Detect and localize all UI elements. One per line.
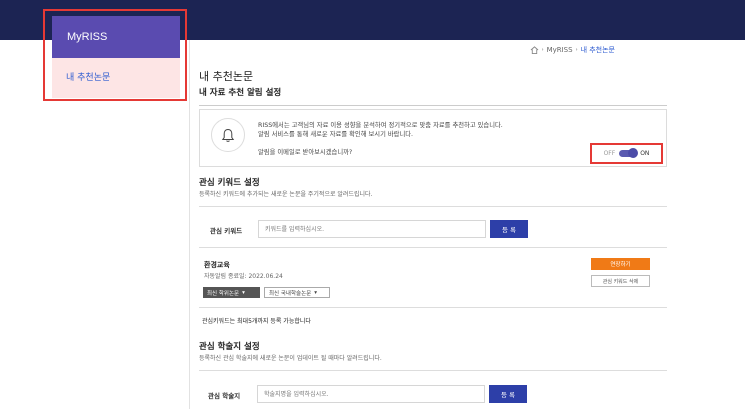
sidebar-highlight-box (43, 9, 187, 101)
breadcrumb-item-myriss[interactable]: MyRISS (547, 46, 573, 54)
divider (199, 206, 667, 207)
alert-notice-text: RISS에서는 고객님의 자료 이용 성향을 분석하여 정기적으로 맞춤 자료를… (258, 121, 503, 139)
keyword-limit-note: 관심키워드는 최대5개까지 등록 가능합니다 (202, 318, 311, 325)
extend-button[interactable]: 연장하기 (591, 258, 650, 270)
chevron-right-icon: › (575, 47, 578, 53)
chevron-right-icon: › (541, 47, 544, 53)
keyword-journal-select[interactable]: 최신 국내학술논문 ▾ (264, 287, 330, 298)
keyword-thesis-select[interactable]: 최신 학위논문 ▾ (203, 287, 260, 298)
alert-settings-title: 내 자료 추천 알림 설정 (199, 88, 282, 98)
bell-icon (221, 128, 235, 142)
home-icon[interactable] (530, 46, 539, 54)
keyword-settings-title: 관심 키워드 설정 (199, 178, 260, 188)
caret-down-icon: ▾ (242, 289, 245, 296)
journal-input[interactable] (257, 385, 485, 403)
keyword-register-button[interactable]: 등 록 (490, 220, 528, 238)
divider (199, 307, 667, 308)
toggle-switch[interactable] (619, 148, 639, 158)
journal-settings-desc: 등록하신 관심 학술지에 새로운 논문이 업데이트 될 때마다 알려드립니다. (199, 355, 382, 362)
breadcrumb: › MyRISS › 내 추천논문 (530, 45, 615, 55)
keyword-entry-name: 환경교육 (204, 261, 230, 269)
journal-label: 관심 학술지 (208, 392, 241, 400)
journal-settings-title: 관심 학술지 설정 (199, 342, 260, 352)
email-alert-question: 알림을 이메일로 받아보시겠습니까? (258, 149, 353, 156)
divider (199, 105, 667, 106)
email-alert-toggle[interactable]: OFF ON (590, 143, 663, 164)
alert-notice-line2: 알림 서비스를 통해 새로운 자료를 확인해 보시기 바랍니다. (258, 131, 414, 138)
caret-down-icon: ▾ (314, 289, 317, 296)
divider (199, 370, 667, 371)
keyword-settings-desc: 등록하신 키워드에 추가되는 새로운 논문을 주기적으로 알려드립니다. (199, 191, 373, 198)
divider (199, 247, 667, 248)
toggle-off-label: OFF (603, 150, 616, 157)
keyword-entry-expiry: 자동알림 종료일: 2022.06.24 (204, 273, 283, 280)
keyword-input[interactable] (258, 220, 486, 238)
breadcrumb-item-current: 내 추천논문 (580, 46, 615, 54)
keyword-label: 관심 키워드 (210, 227, 243, 235)
journal-register-button[interactable]: 등 록 (489, 385, 527, 403)
bell-icon-circle (211, 118, 245, 152)
keyword-journal-select-value: 최신 국내학술논문 (269, 290, 312, 297)
page-title: 내 추천논문 (199, 70, 254, 83)
keyword-thesis-select-value: 최신 학위논문 (207, 290, 240, 297)
toggle-knob (628, 148, 639, 158)
alert-notice-line1: RISS에서는 고객님의 자료 이용 성향을 분석하여 정기적으로 맞춤 자료를… (258, 122, 503, 129)
delete-keyword-button[interactable]: 관심 키워드 삭제 (591, 275, 650, 287)
toggle-on-label: ON (640, 150, 650, 157)
